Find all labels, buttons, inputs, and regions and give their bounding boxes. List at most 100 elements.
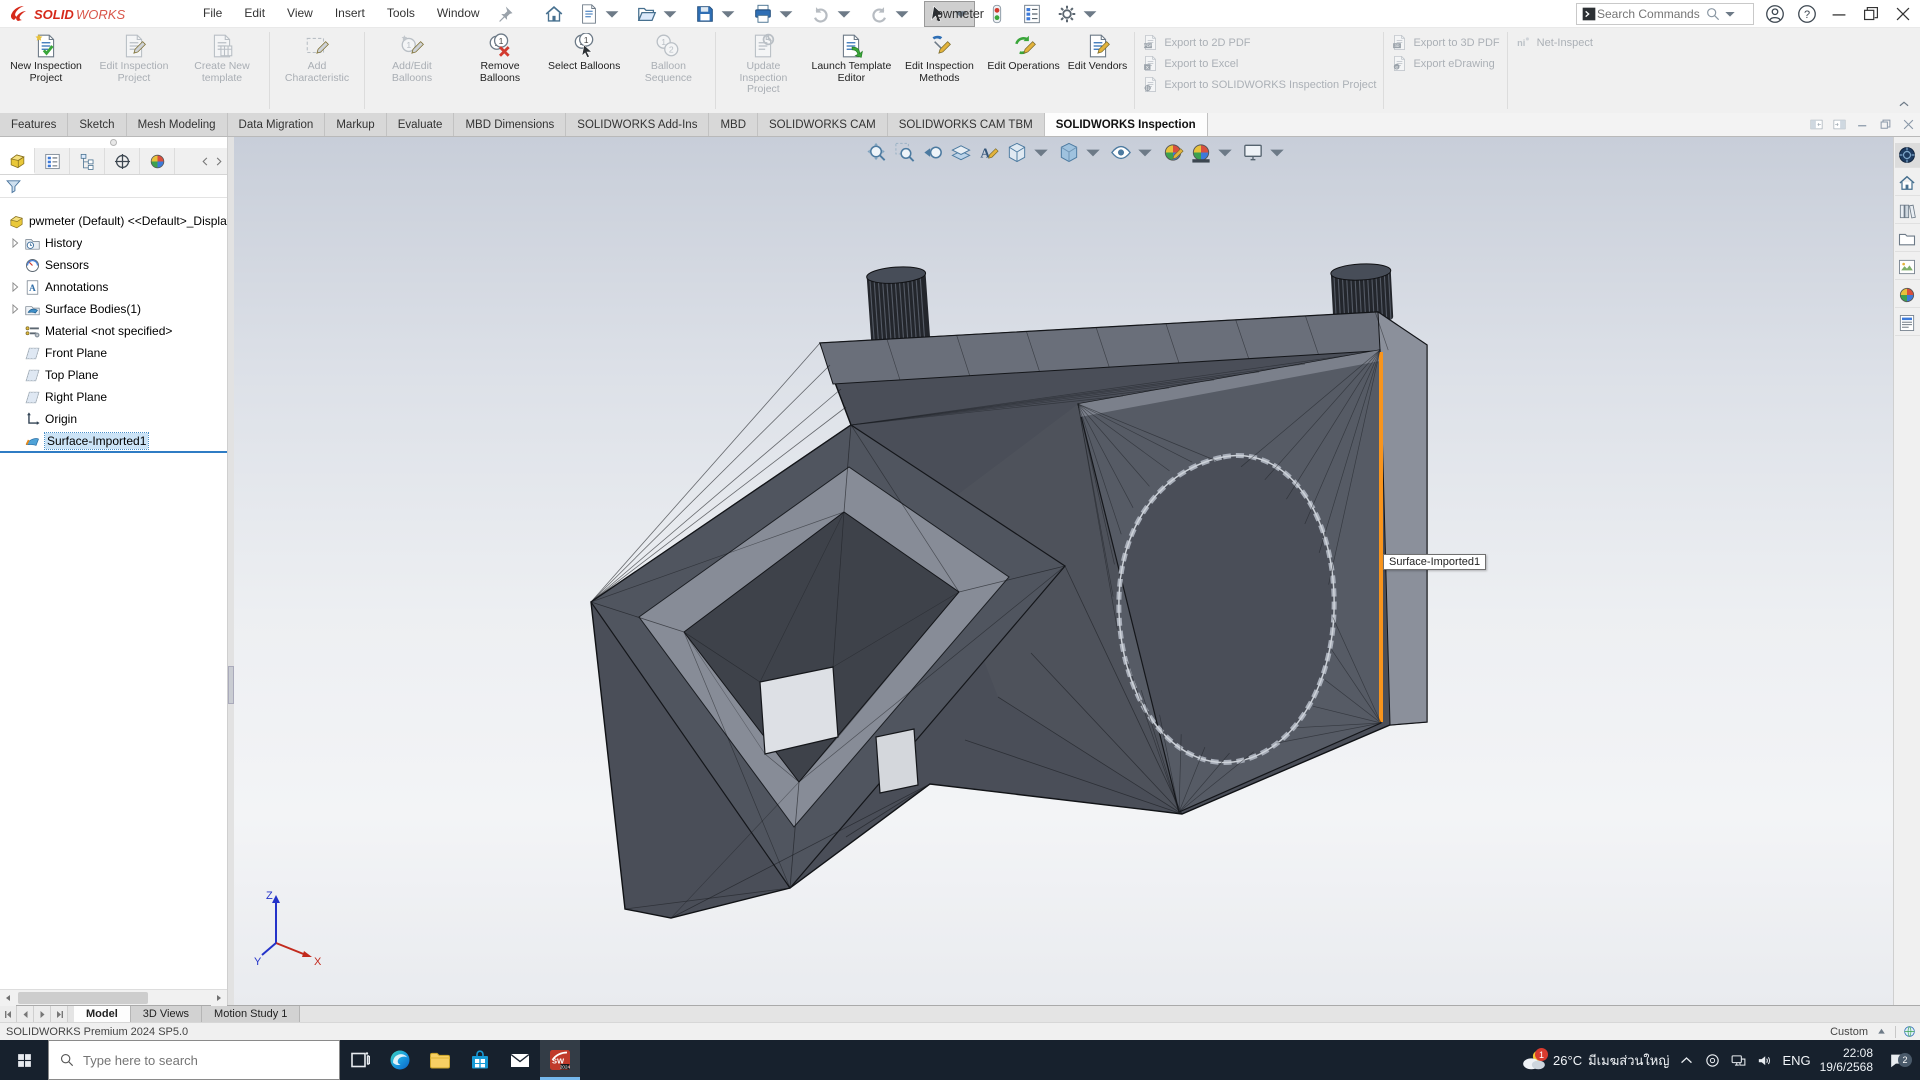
folder-taskbar-button[interactable]	[420, 1040, 460, 1080]
print-button[interactable]	[750, 1, 799, 27]
tree-item-surface-bodies-1[interactable]: Surface Bodies(1)	[0, 298, 227, 320]
model-pwmeter[interactable]	[234, 137, 1893, 1005]
ribbon-collapse-icon[interactable]	[1896, 97, 1912, 111]
volume-tray-icon[interactable]	[1756, 1052, 1773, 1069]
tab-markup[interactable]: Markup	[325, 113, 386, 136]
scroll-left-button[interactable]	[0, 990, 16, 1006]
redo-button[interactable]	[866, 1, 915, 27]
last-tab-button[interactable]	[51, 1006, 68, 1022]
displaymanager-tab[interactable]	[140, 148, 175, 174]
display-style-button[interactable]	[1057, 140, 1106, 165]
section-view-button[interactable]	[949, 140, 974, 165]
menu-view[interactable]: View	[276, 0, 324, 27]
dimxpertmanager-tab[interactable]	[105, 148, 140, 174]
magnifier-icon[interactable]	[1705, 6, 1721, 22]
graphics-viewport[interactable]: A Surface-Imported1 Z X Y	[234, 137, 1893, 1005]
tree-item-history[interactable]: History	[0, 232, 227, 254]
propertymanager-tab[interactable]	[35, 148, 70, 174]
previous-tab-button[interactable]	[17, 1006, 34, 1022]
settings-gear-button[interactable]	[1054, 1, 1103, 27]
tree-item-root[interactable]: pwmeter (Default) <<Default>_Display	[0, 210, 227, 232]
tab-solidworks-add-ins[interactable]: SOLIDWORKS Add-Ins	[566, 113, 709, 136]
tree-item-sensors[interactable]: Sensors	[0, 254, 227, 276]
menu-insert[interactable]: Insert	[324, 0, 376, 27]
tab-data-migration[interactable]: Data Migration	[228, 113, 326, 136]
zoom-area-button[interactable]	[893, 140, 918, 165]
tree-item-material-not-specified[interactable]: Material <not specified>	[0, 320, 227, 342]
home-pane-button[interactable]	[1895, 171, 1920, 196]
document-close-icon[interactable]	[1901, 117, 1916, 132]
filter-funnel-icon[interactable]	[5, 178, 22, 195]
doc-tab-motion-study-1[interactable]: Motion Study 1	[202, 1006, 300, 1022]
command-search[interactable]	[1576, 3, 1754, 25]
tab-features[interactable]: Features	[0, 113, 68, 136]
tab-mesh-modeling[interactable]: Mesh Modeling	[127, 113, 228, 136]
doc-tab-3d-views[interactable]: 3D Views	[131, 1006, 202, 1022]
appearances-button[interactable]	[1895, 283, 1920, 308]
doc-tab-model[interactable]: Model	[74, 1006, 131, 1022]
tree-item-front-plane[interactable]: Front Plane	[0, 342, 227, 364]
tray-overflow-icon[interactable]	[1678, 1052, 1695, 1069]
web-help-globe-icon[interactable]	[1903, 1025, 1916, 1038]
remove-balloons-button[interactable]: 11Remove Balloons	[456, 30, 544, 84]
user-account-icon[interactable]	[1764, 3, 1786, 25]
tree-item-origin[interactable]: Origin	[0, 408, 227, 430]
network-tray-icon[interactable]	[1730, 1052, 1747, 1069]
apply-scene-button[interactable]	[1189, 140, 1238, 165]
panel-tabs-scroll-left-icon[interactable]	[200, 156, 211, 167]
view-orientation-button[interactable]	[1005, 140, 1054, 165]
tab-solidworks-inspection[interactable]: SOLIDWORKS Inspection	[1045, 113, 1208, 136]
open-button[interactable]	[634, 1, 683, 27]
zoom-fit-button[interactable]	[865, 140, 890, 165]
taskbar-clock[interactable]: 22:08 19/6/2568	[1820, 1046, 1873, 1074]
unit-system-dropdown-icon[interactable]	[1875, 1025, 1888, 1038]
previous-view-button[interactable]	[921, 140, 946, 165]
view-settings-button[interactable]	[1241, 140, 1290, 165]
language-indicator[interactable]: ENG	[1782, 1053, 1810, 1068]
onedrive-tray-icon[interactable]	[1704, 1052, 1721, 1069]
pin-menu-icon[interactable]	[495, 4, 515, 24]
edge-taskbar-button[interactable]	[380, 1040, 420, 1080]
tab-mbd[interactable]: MBD	[709, 113, 758, 136]
tree-item-annotations[interactable]: AAnnotations	[0, 276, 227, 298]
design-checker-button[interactable]	[984, 1, 1010, 27]
menu-window[interactable]: Window	[426, 0, 491, 27]
document-restore-icon[interactable]	[1878, 117, 1893, 132]
store-taskbar-button[interactable]	[460, 1040, 500, 1080]
scrollbar-thumb[interactable]	[18, 992, 148, 1004]
task-view-taskbar-button[interactable]	[340, 1040, 380, 1080]
start-button[interactable]	[0, 1040, 48, 1080]
mail-taskbar-button[interactable]	[500, 1040, 540, 1080]
next-tab-button[interactable]	[34, 1006, 51, 1022]
action-center-button[interactable]: 2	[1882, 1051, 1912, 1070]
file-explorer-pane-button[interactable]	[1895, 227, 1920, 252]
save-button[interactable]	[692, 1, 741, 27]
new-inspection-project-button[interactable]: New Inspection Project	[2, 30, 90, 84]
tab-mbd-dimensions[interactable]: MBD Dimensions	[454, 113, 566, 136]
tab-sketch[interactable]: Sketch	[68, 113, 126, 136]
edit-appearance-button[interactable]	[1161, 140, 1186, 165]
window-close-button[interactable]	[1892, 3, 1914, 25]
menu-tools[interactable]: Tools	[376, 0, 426, 27]
scroll-right-button[interactable]	[211, 990, 227, 1006]
hide-show-items-button[interactable]	[1109, 140, 1158, 165]
tree-item-top-plane[interactable]: Top Plane	[0, 364, 227, 386]
solidworks-app-taskbar-button[interactable]: SW2024	[540, 1040, 580, 1080]
menu-file[interactable]: File	[192, 0, 233, 27]
help-icon[interactable]: ?	[1796, 3, 1818, 25]
resources-button[interactable]	[1895, 143, 1920, 168]
configurationmanager-tab[interactable]	[70, 148, 105, 174]
taskbar-search[interactable]	[48, 1040, 340, 1080]
tab-solidworks-cam[interactable]: SOLIDWORKS CAM	[758, 113, 888, 136]
tree-item-surface-imported1[interactable]: Surface-Imported1	[0, 430, 227, 452]
window-minimize-button[interactable]	[1828, 3, 1850, 25]
panel-horizontal-scrollbar[interactable]	[0, 989, 227, 1005]
weather-widget[interactable]: 1 26°C มีเมฆส่วนใหญ่	[1519, 1047, 1669, 1073]
undo-button[interactable]	[808, 1, 857, 27]
split-pane-left-icon[interactable]	[1809, 117, 1824, 132]
edit-operations-button[interactable]: Edit Operations	[983, 30, 1063, 73]
panel-tabs-scroll-right-icon[interactable]	[213, 156, 224, 167]
launch-template-editor-button[interactable]: Launch Template Editor	[807, 30, 895, 84]
taskbar-search-input[interactable]	[83, 1053, 313, 1068]
design-library-button[interactable]	[1895, 199, 1920, 224]
